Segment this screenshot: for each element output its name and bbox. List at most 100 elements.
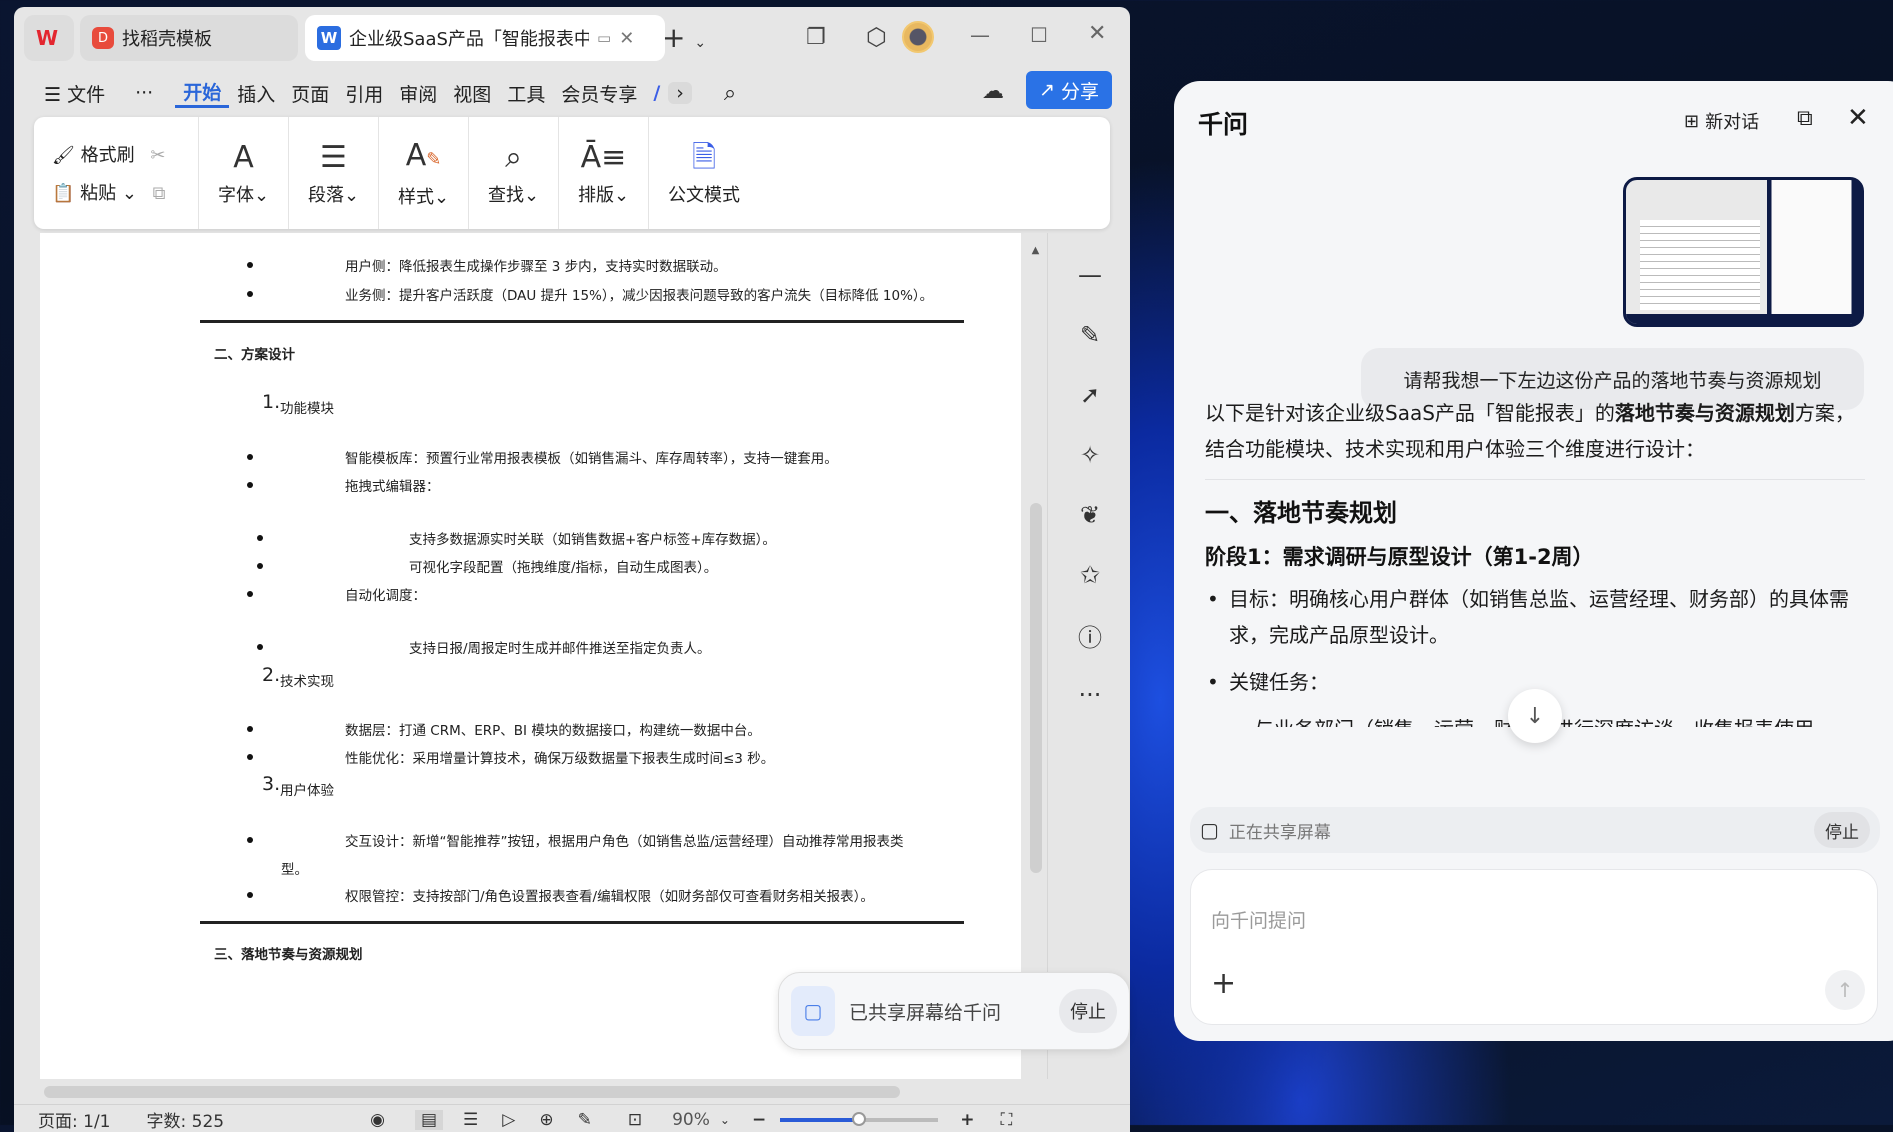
- divider: [200, 921, 964, 924]
- divider: [1205, 479, 1865, 480]
- menu-page[interactable]: 页面: [283, 80, 337, 107]
- shirt-star-icon[interactable]: ✩: [1065, 545, 1115, 605]
- doc-line: 用户侧：降低报表生成操作步骤至 3 步内，支持实时数据联动。: [345, 259, 727, 275]
- find-button[interactable]: ⌕ 查找⌄: [469, 117, 559, 229]
- cut-icon[interactable]: ✂: [150, 145, 165, 166]
- page-count: 页面: 1/1: [38, 1112, 111, 1132]
- font-button[interactable]: A 字体⌄: [199, 117, 289, 229]
- screenshot-thumbnail[interactable]: [1623, 177, 1864, 327]
- official-label: 公文模式: [668, 185, 740, 206]
- web-view-icon[interactable]: ⊕: [539, 1110, 553, 1130]
- play-icon[interactable]: ▷: [502, 1110, 515, 1130]
- wps-home-tab[interactable]: W: [24, 15, 74, 61]
- doc-line: 自动化调度：: [345, 588, 426, 604]
- page-view-icon[interactable]: ▤: [414, 1109, 443, 1130]
- paste-label: 粘贴: [80, 183, 117, 204]
- menu-file[interactable]: ☰ 文件: [36, 80, 113, 107]
- stop-share-button[interactable]: 停止: [1059, 989, 1117, 1033]
- fullscreen-icon[interactable]: ⛶: [1000, 1110, 1012, 1130]
- zoom-level[interactable]: 90%: [672, 1110, 710, 1130]
- find-label: 查找: [487, 185, 524, 206]
- help-icon[interactable]: ⓘ: [1065, 605, 1115, 665]
- theme-icon[interactable]: ❦: [1065, 485, 1115, 545]
- docer-icon: D: [92, 27, 114, 49]
- cube-icon[interactable]: ⬡: [866, 23, 887, 51]
- maximize-button[interactable]: ☐: [1030, 23, 1048, 47]
- doc-line: 支持日报/周报定时生成并邮件推送至指定负责人。: [409, 641, 711, 657]
- new-tab-icon[interactable]: + ⌄: [662, 21, 706, 54]
- bullet: •: [1207, 587, 1219, 611]
- doc-line: 可视化字段配置（拖拽维度/指标，自动生成图表）。: [409, 560, 718, 576]
- menu-tools[interactable]: 工具: [499, 80, 553, 107]
- chat-input-placeholder[interactable]: 向千问提问: [1211, 906, 1306, 933]
- scrollbar-thumb[interactable]: [44, 1086, 900, 1098]
- menu-reference[interactable]: 引用: [337, 80, 391, 107]
- zoom-in-button[interactable]: +: [960, 1110, 974, 1130]
- send-button[interactable]: ↑: [1825, 970, 1865, 1010]
- eye-icon[interactable]: ◉: [370, 1110, 385, 1130]
- bullet: •: [1207, 670, 1219, 694]
- paste-button[interactable]: 📋 粘贴 ⌄ ⧉: [52, 179, 166, 205]
- horizontal-scrollbar[interactable]: [26, 1082, 1022, 1102]
- collapse-icon[interactable]: —: [1065, 245, 1115, 305]
- zoom-slider[interactable]: [780, 1111, 939, 1126]
- magic-wand-icon[interactable]: ✧: [1065, 425, 1115, 485]
- popout-icon[interactable]: ⧉: [1797, 106, 1813, 131]
- close-panel-button[interactable]: ✕: [1847, 103, 1869, 133]
- menu-review[interactable]: 审阅: [391, 80, 445, 107]
- reply-heading: 一、落地节奏规划: [1205, 499, 1397, 527]
- zoom-out-button[interactable]: −: [752, 1110, 766, 1130]
- window-tile-icon[interactable]: ❐: [806, 25, 826, 50]
- doc-line: 性能优化：采用增量计算技术，确保万级数据量下报表生成时间≤3 秒。: [345, 751, 775, 767]
- style-button[interactable]: A✎ 样式⌄: [379, 117, 469, 229]
- add-attachment-button[interactable]: +: [1211, 966, 1236, 1001]
- official-mode-button[interactable]: 🗎 公文模式: [649, 117, 759, 229]
- minimize-button[interactable]: —: [970, 23, 990, 47]
- doc-line: 智能模板库：预置行业常用报表模板（如销售漏斗、库存周转率），支持一键套用。: [345, 451, 838, 467]
- qianwen-panel: 千问 ⊞ 新对话 ⧉ ✕ 请帮我想一下左边这份产品的落地节奏与资源规划 以下是针对…: [1174, 81, 1893, 1041]
- document-page[interactable]: 用户侧：降低报表生成操作步骤至 3 步内，支持实时数据联动。 业务侧：提升客户活…: [40, 233, 1021, 1079]
- list-number: 1.: [262, 391, 281, 413]
- menu-home[interactable]: 开始: [175, 78, 230, 108]
- copy-icon[interactable]: ⧉: [153, 183, 166, 204]
- close-window-button[interactable]: ✕: [1088, 21, 1106, 46]
- monitor-icon: ▭: [597, 29, 612, 47]
- tab-template[interactable]: D 找稻壳模板: [80, 15, 298, 61]
- tab-label: 企业级SaaS产品「智能报表中: [349, 29, 589, 50]
- close-tab-icon[interactable]: ✕: [619, 28, 634, 49]
- avatar[interactable]: [902, 21, 934, 53]
- subheading: 功能模块: [280, 401, 334, 417]
- vertical-scrollbar[interactable]: ▲: [1024, 233, 1048, 1079]
- menu-view[interactable]: 视图: [445, 80, 499, 107]
- paragraph-icon: ☰: [320, 140, 347, 175]
- cloud-upload-icon[interactable]: ☁: [982, 79, 1004, 104]
- paragraph-button[interactable]: ☰ 段落⌄: [289, 117, 379, 229]
- share-button[interactable]: ↗ 分享: [1026, 71, 1112, 109]
- cursor-icon[interactable]: ➚: [1065, 365, 1115, 425]
- chevron-right-icon[interactable]: ›: [668, 82, 692, 104]
- outline-icon[interactable]: ☰: [463, 1110, 478, 1130]
- layout-button[interactable]: Ā≡ 排版⌄: [559, 117, 649, 229]
- zoom-dropdown-icon[interactable]: ⌄: [720, 1113, 730, 1127]
- new-chat-icon: ⊞: [1684, 110, 1700, 132]
- fit-icon[interactable]: ⊡: [628, 1110, 642, 1130]
- menu-member[interactable]: 会员专享: [553, 80, 645, 107]
- ai-icon[interactable]: /: [645, 82, 668, 104]
- subheading: 用户体验: [280, 783, 334, 799]
- search-icon[interactable]: ⌕: [716, 81, 744, 106]
- format-painter-button[interactable]: 🖌 格式刷 ✂: [52, 141, 165, 167]
- zoom-slider-knob[interactable]: [852, 1111, 867, 1126]
- scroll-down-button[interactable]: ↓: [1508, 689, 1562, 743]
- new-chat-button[interactable]: ⊞ 新对话: [1684, 108, 1759, 134]
- scrollbar-thumb[interactable]: [1030, 503, 1042, 873]
- menu-insert[interactable]: 插入: [229, 80, 283, 107]
- stop-sharing-button[interactable]: 停止: [1814, 812, 1870, 848]
- more-icon[interactable]: ···: [1065, 665, 1115, 725]
- menu-more[interactable]: ···: [127, 82, 161, 104]
- pen-mode-icon[interactable]: ✎: [578, 1110, 592, 1130]
- scroll-up-icon[interactable]: ▲: [1024, 245, 1047, 256]
- pen-icon[interactable]: ✎: [1065, 305, 1115, 365]
- tab-document[interactable]: W 企业级SaaS产品「智能报表中 ▭ ✕: [305, 15, 665, 61]
- chat-input-box[interactable]: 向千问提问 + ↑: [1190, 869, 1878, 1025]
- bullet: [257, 535, 263, 541]
